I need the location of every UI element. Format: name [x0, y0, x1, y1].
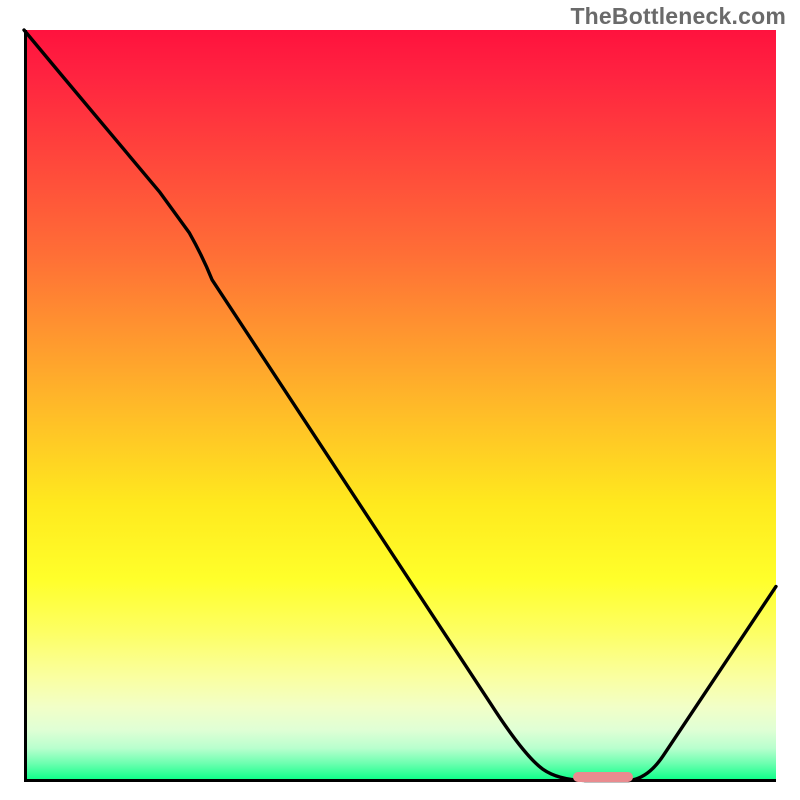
watermark-text: TheBottleneck.com	[570, 3, 786, 30]
bottleneck-curve	[24, 30, 776, 782]
chart-container: TheBottleneck.com	[0, 0, 800, 800]
optimal-range-marker	[573, 772, 633, 782]
curve-path	[24, 30, 776, 780]
plot-area	[24, 30, 776, 782]
